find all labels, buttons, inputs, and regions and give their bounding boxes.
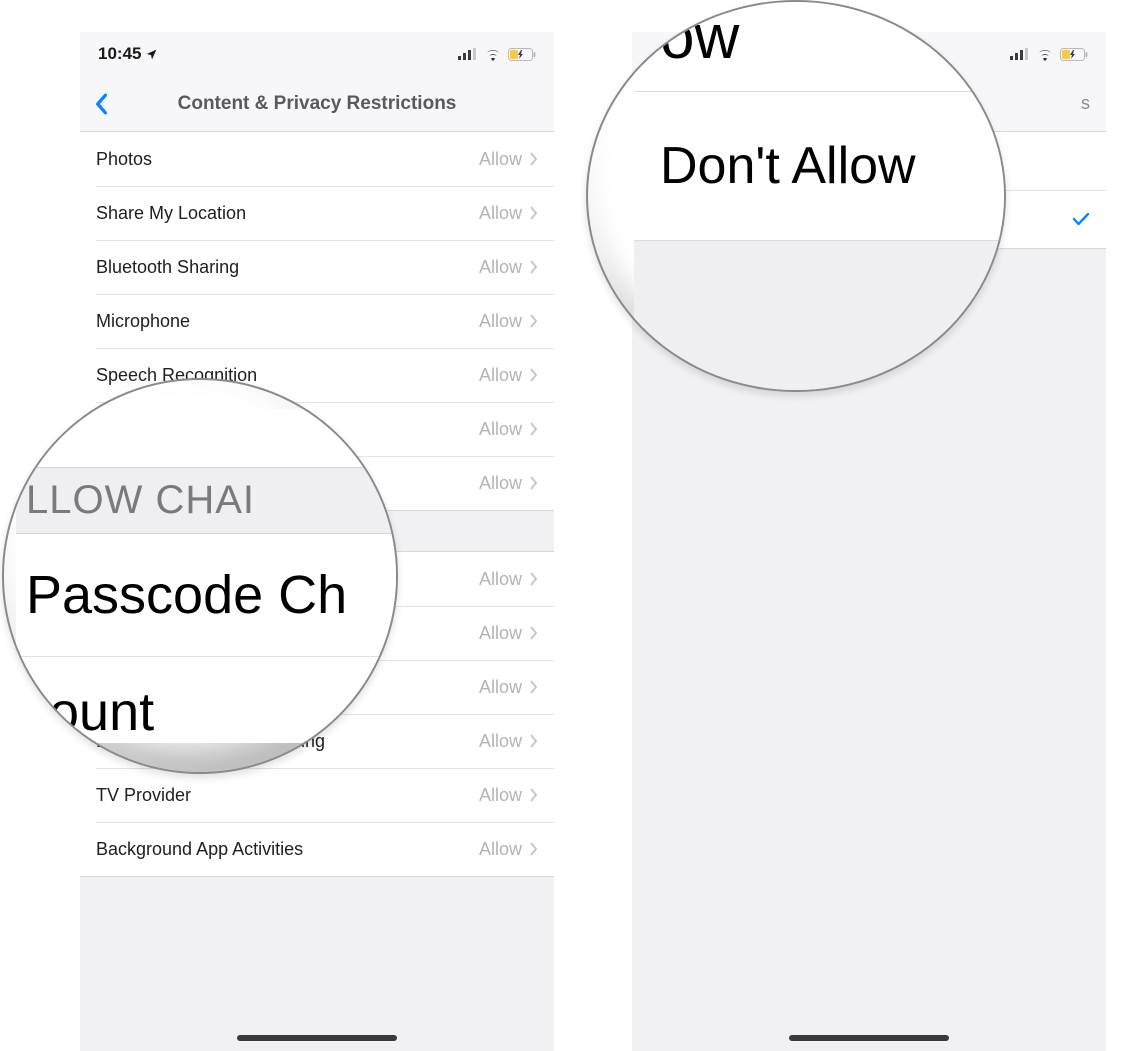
home-indicator[interactable] [237, 1035, 397, 1041]
mag-row-account-changes: count [16, 657, 396, 743]
row-label: Photos [96, 149, 152, 170]
wifi-icon [484, 48, 502, 61]
row-value: Allow [479, 311, 522, 332]
nav-title: Content & Privacy Restrictions [80, 93, 554, 115]
chevron-right-icon [530, 572, 538, 586]
row-value: Allow [479, 203, 522, 224]
chevron-right-icon [530, 152, 538, 166]
nav-header: Content & Privacy Restrictions [80, 76, 554, 132]
chevron-right-icon [530, 206, 538, 220]
row-label: TV Provider [96, 785, 191, 806]
row-value: Allow [479, 785, 522, 806]
row-value: Allow [479, 473, 522, 494]
nav-title-trail: s [1081, 93, 1090, 114]
row-value: Allow [479, 365, 522, 386]
row-share-my-location[interactable]: Share My Location Allow [80, 186, 554, 240]
row-value: Allow [479, 839, 522, 860]
chevron-right-icon [530, 626, 538, 640]
row-value: Allow [479, 149, 522, 170]
row-microphone[interactable]: Microphone Allow [80, 294, 554, 348]
row-value: Allow [479, 419, 522, 440]
mag-section-header: LLOW CHAI [16, 467, 396, 534]
row-tv-provider[interactable]: TV Provider Allow [80, 768, 554, 822]
chevron-right-icon [530, 842, 538, 856]
mag-row-passcode-changes: Passcode Ch [16, 534, 396, 657]
row-value: Allow [479, 731, 522, 752]
chevron-right-icon [530, 680, 538, 694]
signal-icon [1010, 48, 1030, 60]
row-value: Allow [479, 677, 522, 698]
mag-row-allow-partial: ow [634, 2, 1004, 92]
battery-low-charging-icon [1060, 48, 1088, 61]
row-background-app-activities[interactable]: Background App Activities Allow [80, 822, 554, 876]
row-value: Allow [479, 257, 522, 278]
row-label: Background App Activities [96, 839, 303, 860]
status-time: 10:45 [98, 44, 141, 64]
chevron-right-icon [530, 788, 538, 802]
magnifier-lens-left: LLOW CHAI Passcode Ch count [2, 378, 398, 774]
home-indicator[interactable] [789, 1035, 949, 1041]
location-arrow-icon [145, 48, 158, 61]
chevron-right-icon [530, 260, 538, 274]
wifi-icon [1036, 48, 1054, 61]
row-label: Share My Location [96, 203, 246, 224]
row-bluetooth-sharing[interactable]: Bluetooth Sharing Allow [80, 240, 554, 294]
status-bar: 10:45 [80, 32, 554, 76]
signal-icon [458, 48, 478, 60]
checkmark-icon [1072, 211, 1090, 227]
mag-row-dont-allow: Don't Allow [634, 92, 1004, 241]
back-button[interactable] [88, 76, 114, 131]
chevron-right-icon [530, 368, 538, 382]
row-value: Allow [479, 569, 522, 590]
row-value: Allow [479, 623, 522, 644]
chevron-right-icon [530, 734, 538, 748]
chevron-right-icon [530, 476, 538, 490]
chevron-right-icon [530, 422, 538, 436]
row-photos[interactable]: Photos Allow [80, 132, 554, 186]
row-label: Bluetooth Sharing [96, 257, 239, 278]
magnifier-lens-right: ow Don't Allow [586, 0, 1006, 392]
row-label: Microphone [96, 311, 190, 332]
chevron-right-icon [530, 314, 538, 328]
battery-low-charging-icon [508, 48, 536, 61]
